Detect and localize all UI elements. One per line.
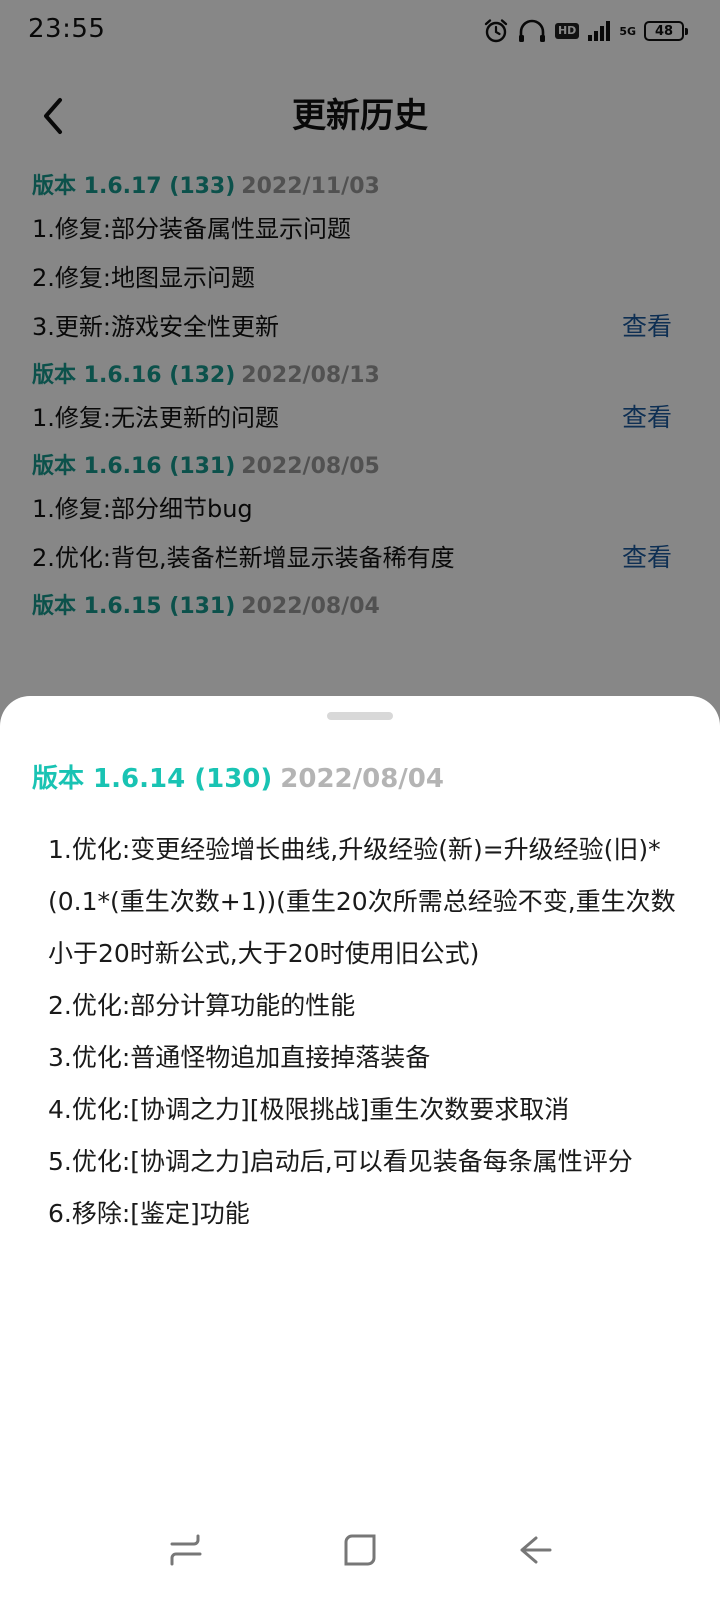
sheet-version-date: 2022/08/04 — [280, 764, 444, 794]
sheet-version-header: 版本 1.6.14 (130) 2022/08/04 — [32, 762, 444, 796]
sheet-change-item: 6.移除:[鉴定]功能 — [48, 1199, 250, 1228]
home-button[interactable] — [330, 1520, 390, 1580]
sheet-change-item: 5.优化:[协调之力]启动后,可以看见装备每条属性评分 — [48, 1147, 633, 1176]
recent-apps-button[interactable] — [156, 1520, 216, 1580]
recent-apps-icon — [170, 1534, 202, 1566]
system-nav-bar — [0, 1500, 720, 1600]
back-arrow-icon — [520, 1536, 552, 1564]
home-icon — [344, 1534, 376, 1566]
sheet-change-item: 1.优化:变更经验增长曲线,升级经验(新)=升级经验(旧)*(0.1*(重生次数… — [48, 835, 676, 968]
sheet-change-list: 1.优化:变更经验增长曲线,升级经验(新)=升级经验(旧)*(0.1*(重生次数… — [48, 824, 678, 1240]
sheet-change-item: 4.优化:[协调之力][极限挑战]重生次数要求取消 — [48, 1095, 570, 1124]
drag-handle[interactable] — [327, 712, 393, 720]
sheet-change-item: 2.优化:部分计算功能的性能 — [48, 991, 356, 1020]
sheet-version-label: 版本 1.6.14 (130) — [32, 764, 273, 794]
sheet-change-item: 3.优化:普通怪物追加直接掉落装备 — [48, 1043, 431, 1072]
nav-back-button[interactable] — [504, 1520, 564, 1580]
version-detail-sheet: 版本 1.6.14 (130) 2022/08/04 1.优化:变更经验增长曲线,… — [0, 696, 720, 1600]
